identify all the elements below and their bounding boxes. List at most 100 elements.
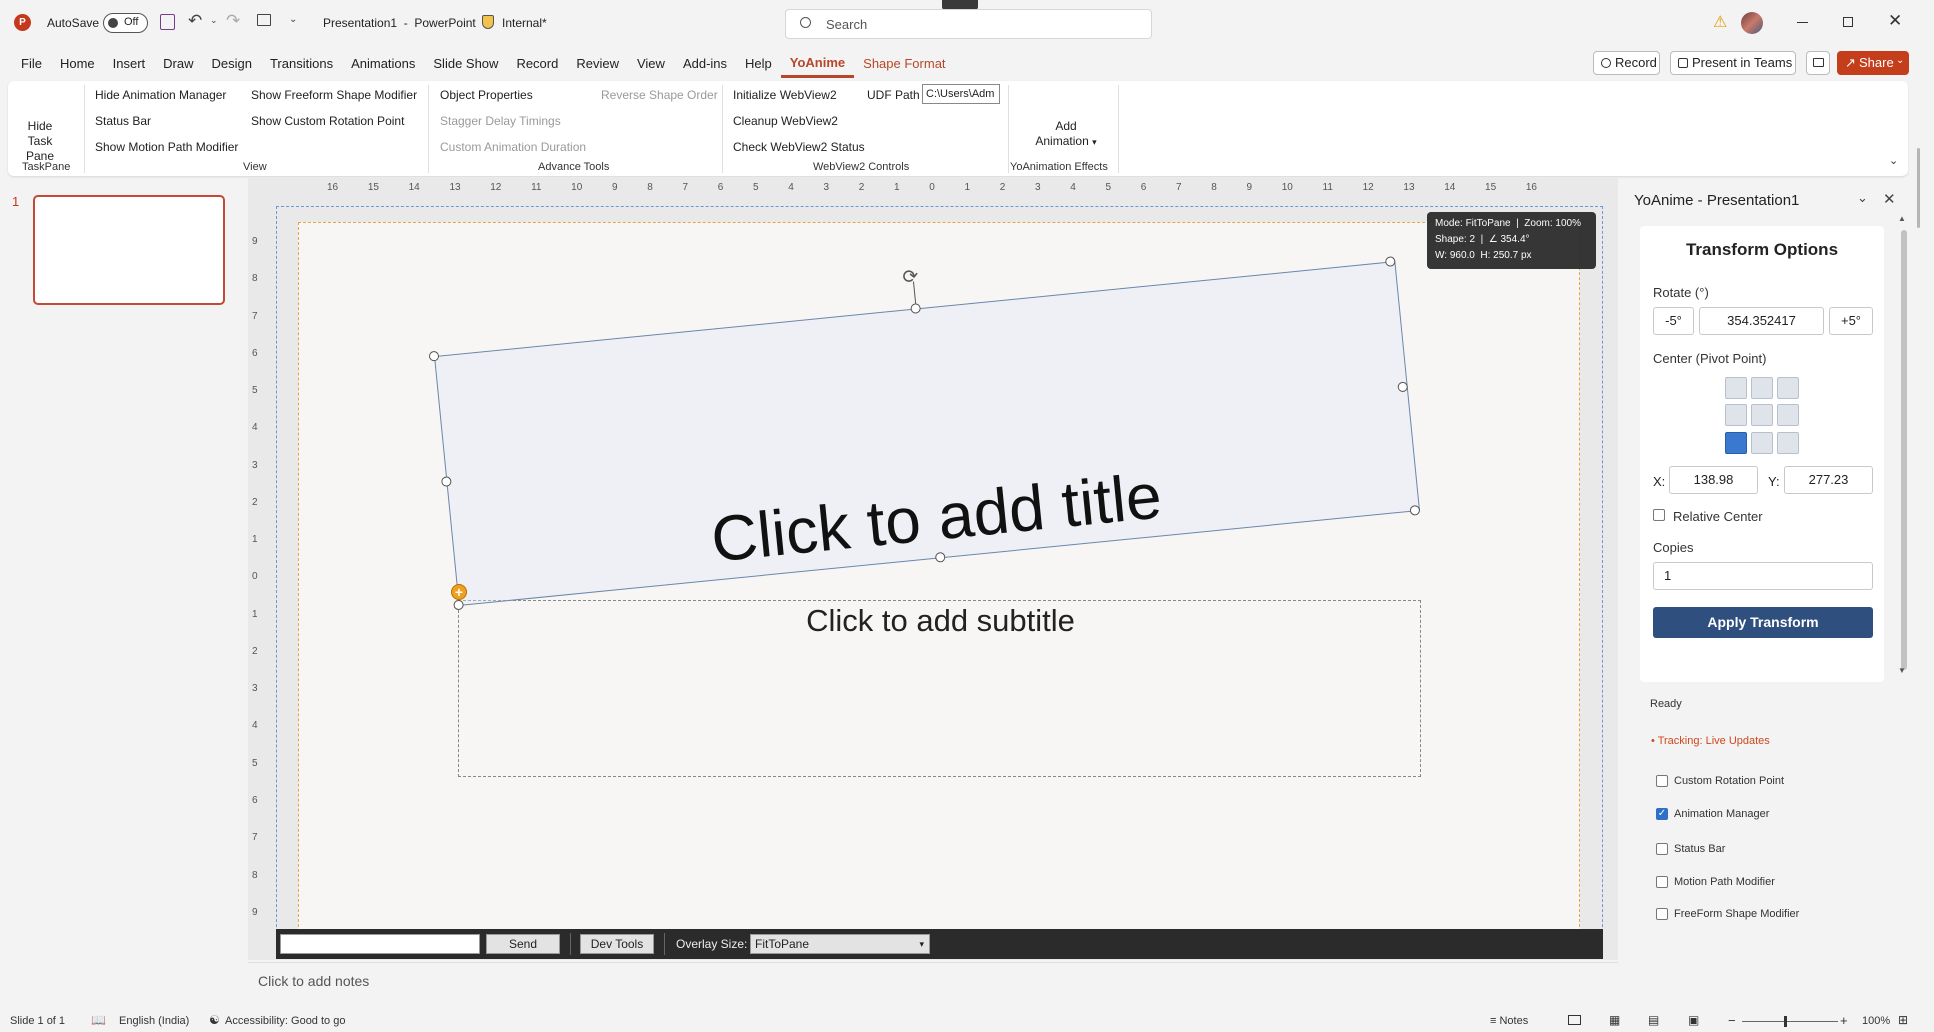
undo-dropdown-icon[interactable]: ⌄	[210, 15, 218, 26]
tab-draw[interactable]: Draw	[154, 50, 202, 78]
zoom-in-icon[interactable]: +	[1840, 1013, 1848, 1028]
show-motion-path-modifier-button[interactable]: Show Motion Path Modifier	[95, 140, 238, 154]
tab-help[interactable]: Help	[736, 50, 781, 78]
y-input[interactable]: 277.23	[1784, 466, 1873, 494]
normal-view-icon[interactable]	[1568, 1015, 1581, 1025]
cleanup-webview2-button[interactable]: Cleanup WebView2	[733, 114, 838, 128]
checkbox-freeform-shape-modifier[interactable]: FreeForm Shape Modifier	[1656, 908, 1799, 920]
resize-handle-bottom-right[interactable]	[1409, 504, 1421, 516]
scroll-down-icon[interactable]: ▼	[1898, 666, 1906, 675]
resize-handle-bottom[interactable]	[934, 551, 946, 563]
relative-center-checkbox[interactable]	[1653, 509, 1665, 521]
checkbox-custom-rotation-point[interactable]: Custom Rotation Point	[1656, 775, 1784, 787]
slide-sorter-icon[interactable]: ▦	[1609, 1013, 1620, 1027]
tab-slide-show[interactable]: Slide Show	[424, 50, 507, 78]
x-input[interactable]: 138.98	[1669, 466, 1758, 494]
present-in-teams-button[interactable]: Present in Teams	[1670, 51, 1796, 75]
send-button[interactable]: Send	[486, 934, 560, 954]
comments-button[interactable]	[1806, 51, 1830, 75]
pivot-point-icon[interactable]: +	[451, 584, 467, 600]
zoom-level[interactable]: 100%	[1862, 1015, 1890, 1027]
reading-view-icon[interactable]: ▤	[1648, 1013, 1659, 1027]
title-placeholder[interactable]: Click to add title ⟳	[428, 256, 1421, 611]
scroll-up-icon[interactable]: ▲	[1898, 214, 1906, 223]
close-icon[interactable]: ✕	[1888, 11, 1902, 31]
apply-transform-button[interactable]: Apply Transform	[1653, 607, 1873, 638]
task-pane-close-icon[interactable]: ✕	[1883, 190, 1896, 208]
copies-input[interactable]: 1	[1653, 562, 1873, 590]
task-pane-options-icon[interactable]: ⌄	[1857, 190, 1868, 206]
zoom-out-icon[interactable]: −	[1728, 1013, 1736, 1028]
udf-path-input[interactable]: C:\Users\Adm	[922, 84, 1000, 104]
overlay-size-select[interactable]: FitToPane ▾	[750, 934, 930, 954]
tab-transitions[interactable]: Transitions	[261, 50, 342, 78]
pivot-cell[interactable]	[1751, 431, 1773, 454]
dev-tools-button[interactable]: Dev Tools	[580, 934, 654, 954]
pivot-cell[interactable]	[1725, 377, 1747, 399]
checkbox-status-bar[interactable]: Status Bar	[1656, 843, 1725, 855]
tab-design[interactable]: Design	[203, 50, 261, 78]
hide-task-pane-button[interactable]: Hide Task Pane	[18, 119, 62, 164]
pivot-cell[interactable]	[1777, 431, 1799, 454]
avatar[interactable]	[1741, 12, 1763, 34]
check-webview2-status-button[interactable]: Check WebView2 Status	[733, 140, 865, 154]
customize-toolbar-icon[interactable]: ⌄	[289, 14, 297, 25]
tab-shape-format[interactable]: Shape Format	[854, 50, 954, 78]
autosave-toggle[interactable]: Off	[103, 13, 148, 33]
language[interactable]: English (India)	[119, 1015, 189, 1027]
status-bar-checkbox[interactable]	[1656, 843, 1668, 855]
save-icon[interactable]	[160, 14, 175, 30]
overlay-command-input[interactable]	[280, 934, 480, 954]
tab-file[interactable]: File	[12, 50, 51, 78]
record-button[interactable]: Record	[1593, 51, 1660, 75]
sensitivity-label[interactable]: Internal*	[502, 16, 547, 30]
slide-thumbnail[interactable]	[33, 195, 225, 305]
hide-animation-manager-button[interactable]: Hide Animation Manager	[95, 88, 226, 102]
status-bar-button[interactable]: Status Bar	[95, 114, 151, 128]
resize-handle-left[interactable]	[440, 476, 452, 488]
add-animation-button[interactable]: Add Animation ▾	[1024, 119, 1108, 150]
tab-yoanime[interactable]: YoAnime	[780, 50, 855, 78]
resize-handle-top[interactable]	[910, 303, 922, 314]
tab-record[interactable]: Record	[507, 50, 567, 78]
window-scrollbar[interactable]	[1917, 148, 1920, 228]
pivot-cell[interactable]	[1751, 377, 1773, 399]
object-properties-button[interactable]: Object Properties	[440, 88, 533, 102]
share-button[interactable]: ↗ Share ⌄	[1837, 51, 1909, 75]
undo-icon[interactable]: ↶	[188, 11, 202, 31]
tab-add-ins[interactable]: Add-ins	[674, 50, 736, 78]
initialize-webview2-button[interactable]: Initialize WebView2	[733, 88, 837, 102]
warning-icon[interactable]: ⚠	[1713, 12, 1727, 32]
freeform-shape-modifier-checkbox[interactable]	[1656, 908, 1668, 920]
pivot-cell[interactable]	[1751, 404, 1773, 427]
pivot-cell-selected[interactable]	[1725, 431, 1747, 454]
spelling-icon[interactable]: 📖	[91, 1013, 106, 1027]
resize-handle-top-left[interactable]	[428, 350, 440, 362]
slideshow-icon[interactable]: ▣	[1688, 1013, 1699, 1027]
resize-handle-top-right[interactable]	[1384, 256, 1396, 268]
search-box[interactable]: Search	[785, 9, 1152, 39]
notes-toggle[interactable]: ≡ Notes	[1490, 1015, 1528, 1027]
checkbox-motion-path-modifier[interactable]: Motion Path Modifier	[1656, 876, 1775, 888]
tab-review[interactable]: Review	[567, 50, 628, 78]
show-custom-rotation-point-button[interactable]: Show Custom Rotation Point	[251, 114, 404, 128]
show-freeform-shape-modifier-button[interactable]: Show Freeform Shape Modifier	[251, 88, 417, 102]
tab-home[interactable]: Home	[51, 50, 104, 78]
fit-to-window-icon[interactable]: ⊞	[1898, 1013, 1908, 1027]
zoom-slider[interactable]	[1742, 1016, 1838, 1027]
pivot-cell[interactable]	[1777, 404, 1799, 427]
collapse-ribbon-icon[interactable]: ⌄	[1889, 154, 1898, 167]
tab-insert[interactable]: Insert	[104, 50, 155, 78]
task-pane-scrollbar[interactable]	[1901, 230, 1907, 670]
custom-rotation-point-checkbox[interactable]	[1656, 775, 1668, 787]
motion-path-modifier-checkbox[interactable]	[1656, 876, 1668, 888]
checkbox-animation-manager[interactable]: ✓ Animation Manager	[1656, 808, 1769, 820]
tab-animations[interactable]: Animations	[342, 50, 424, 78]
pivot-cell[interactable]	[1725, 404, 1747, 427]
rotate-plus-button[interactable]: +5°	[1829, 307, 1873, 335]
subtitle-placeholder[interactable]: Click to add subtitle	[458, 600, 1421, 777]
zoom-slider-thumb[interactable]	[1784, 1016, 1787, 1027]
animation-manager-checkbox[interactable]: ✓	[1656, 808, 1668, 820]
minimize-icon[interactable]	[1797, 22, 1808, 23]
pivot-cell[interactable]	[1777, 377, 1799, 399]
